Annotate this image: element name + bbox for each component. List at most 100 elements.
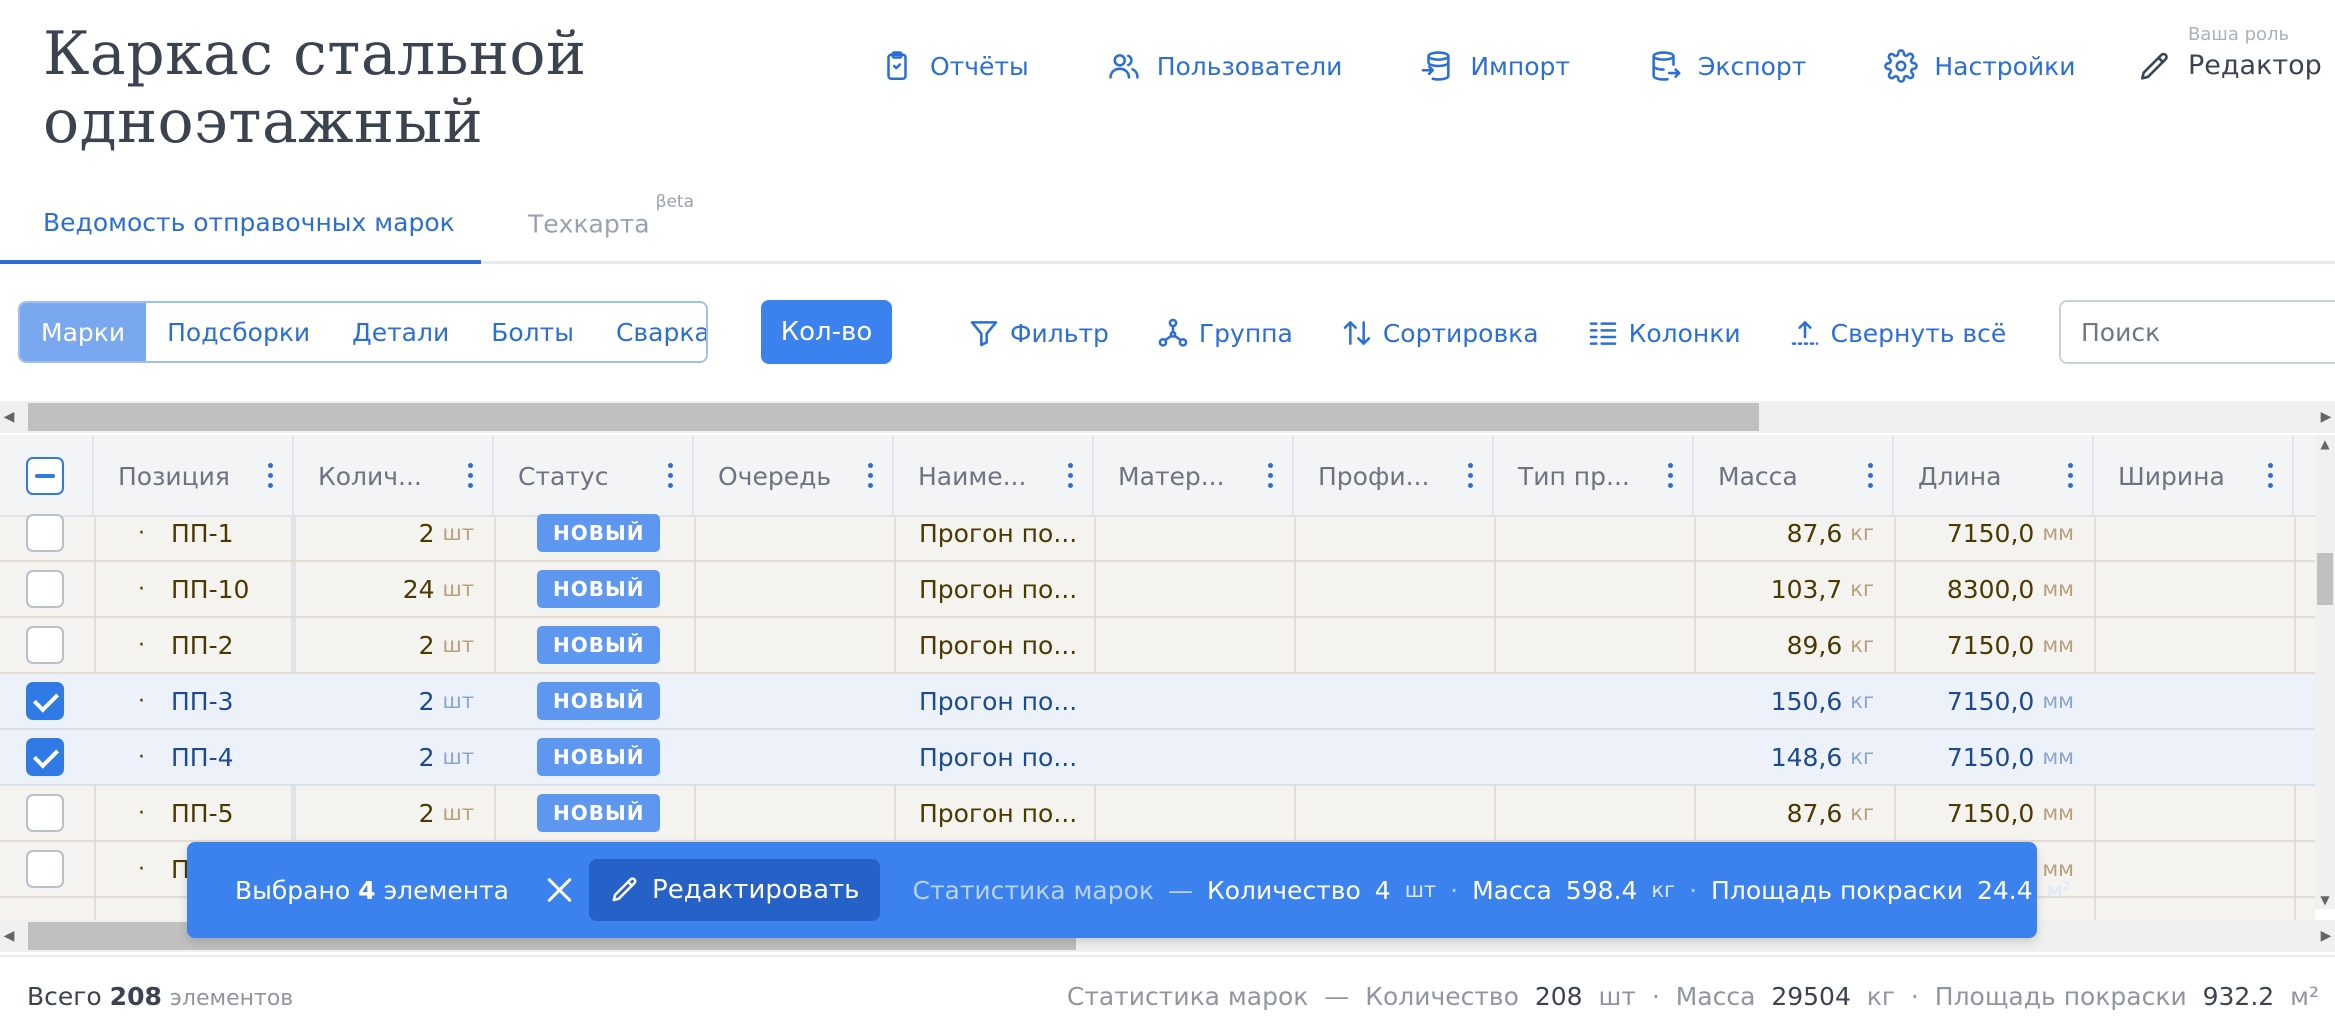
column-menu-icon[interactable] bbox=[268, 463, 274, 489]
stats-qty-unit: шт bbox=[1404, 878, 1437, 902]
nav-export[interactable]: Экспорт bbox=[1648, 49, 1806, 83]
vertical-scroll-thumb[interactable] bbox=[2317, 553, 2333, 605]
row-checkbox[interactable] bbox=[26, 738, 64, 776]
status-badge: НОВЫЙ bbox=[537, 682, 661, 720]
column-header-name[interactable]: Наиме... bbox=[894, 435, 1094, 517]
sort-button[interactable]: Сортировка bbox=[1341, 317, 1539, 349]
column-menu-icon[interactable] bbox=[868, 463, 874, 489]
tree-bullet: · bbox=[138, 800, 145, 826]
nav-reports-label: Отчёты bbox=[930, 51, 1029, 81]
segment-marks[interactable]: Марки bbox=[20, 303, 147, 361]
column-menu-icon[interactable] bbox=[1468, 463, 1474, 489]
column-menu-icon[interactable] bbox=[1268, 463, 1274, 489]
column-header-width[interactable]: Ширина bbox=[2094, 435, 2294, 517]
database-export-icon bbox=[1652, 51, 1681, 81]
vertical-scrollbar[interactable]: ▲ ▼ bbox=[2315, 435, 2335, 909]
column-header-mass[interactable]: Масса bbox=[1694, 435, 1894, 517]
users-icon bbox=[1108, 54, 1139, 79]
column-header-length[interactable]: Длина bbox=[1894, 435, 2094, 517]
table-row[interactable]: · ПП-2 2 шт НОВЫЙ Прогон по... 89,6 кг 7150,0 мм bbox=[0, 618, 2315, 674]
nav-import[interactable]: Импорт bbox=[1420, 49, 1570, 83]
segment-subassemblies[interactable]: Подсборки bbox=[146, 303, 331, 361]
footer-stats-label: Статистика марок bbox=[1066, 982, 1309, 1011]
total-count: Всего 208 элементов bbox=[27, 982, 293, 1011]
column-header-queue[interactable]: Очередь bbox=[694, 435, 894, 517]
length-unit: мм bbox=[2042, 801, 2074, 825]
scroll-right-arrow[interactable]: ▶ bbox=[2317, 920, 2335, 952]
scroll-right-arrow[interactable]: ▶ bbox=[2317, 401, 2335, 433]
row-checkbox[interactable] bbox=[26, 626, 64, 664]
nav-reports[interactable]: Отчёты bbox=[880, 49, 1029, 83]
scroll-down-arrow[interactable]: ▼ bbox=[2315, 891, 2335, 909]
tree-bullet: · bbox=[138, 632, 145, 658]
status-badge: НОВЫЙ bbox=[537, 570, 661, 608]
stats-area-label: Площадь покраски bbox=[1711, 875, 1963, 905]
length-value: 7150,0 bbox=[1946, 518, 2035, 548]
column-header-position[interactable]: Позиция bbox=[94, 435, 294, 517]
column-menu-icon[interactable] bbox=[668, 463, 674, 489]
mass-unit: кг bbox=[1850, 577, 1874, 601]
column-menu-icon[interactable] bbox=[1668, 463, 1674, 489]
length-unit: мм bbox=[2042, 745, 2074, 769]
column-menu-icon[interactable] bbox=[1868, 463, 1874, 489]
scroll-thumb[interactable] bbox=[28, 403, 1759, 431]
table-row[interactable]: · ПП-10 24 шт НОВЫЙ Прогон по... 103,7 кг 8300,0… bbox=[0, 562, 2315, 618]
nav-users[interactable]: Пользователи bbox=[1107, 49, 1342, 83]
columns-button[interactable]: Колонки bbox=[1587, 317, 1741, 349]
column-menu-icon[interactable] bbox=[1068, 463, 1074, 489]
tab-marks-statement[interactable]: Ведомость отправочных марок bbox=[43, 208, 455, 237]
table-row[interactable]: · ПП-3 2 шт НОВЫЙ Прогон по... 150,6 кг 7150,0 мм bbox=[0, 674, 2315, 730]
column-header-label: Ширина bbox=[2118, 461, 2225, 491]
length-cell: 7150,0 мм bbox=[1894, 786, 2074, 840]
table-row[interactable]: · ПП-1 2 шт НОВЫЙ Прогон по... 87,6 кг 7150,0 мм bbox=[0, 506, 2315, 562]
column-header-status[interactable]: Статус bbox=[494, 435, 694, 517]
scroll-left-arrow[interactable]: ◀ bbox=[0, 401, 18, 433]
search-input[interactable] bbox=[2059, 300, 2335, 364]
segment-parts[interactable]: Детали bbox=[331, 303, 470, 361]
nav-settings[interactable]: Настройки bbox=[1884, 49, 2076, 83]
top-horizontal-scrollbar[interactable]: ◀ ▶ bbox=[0, 401, 2335, 433]
segment-welding[interactable]: Сварка bbox=[595, 303, 706, 361]
stats-mass-value: 598.4 bbox=[1565, 875, 1638, 905]
column-header-label: Профи... bbox=[1318, 461, 1430, 491]
length-value: 8300,0 bbox=[1946, 574, 2035, 604]
status-cell: НОВЫЙ bbox=[537, 506, 661, 560]
table-row[interactable]: · ПП-5 2 шт НОВЫЙ Прогон по... 87,6 кг 7150,0 мм bbox=[0, 786, 2315, 842]
row-checkbox[interactable] bbox=[26, 514, 64, 552]
row-checkbox[interactable] bbox=[26, 850, 64, 888]
group-button[interactable]: Группа bbox=[1157, 317, 1293, 349]
edit-button[interactable]: Редактировать bbox=[589, 859, 881, 921]
collapse-all-button[interactable]: Свернуть всё bbox=[1789, 317, 2006, 349]
row-checkbox[interactable] bbox=[26, 794, 64, 832]
scroll-up-arrow[interactable]: ▲ bbox=[2315, 435, 2335, 453]
name-value: Прогон по... bbox=[919, 686, 1078, 716]
row-checkbox[interactable] bbox=[26, 570, 64, 608]
filter-button[interactable]: Фильтр bbox=[968, 317, 1109, 349]
row-select bbox=[26, 730, 64, 784]
position-cell: · ПП-3 bbox=[138, 674, 234, 728]
scroll-left-arrow[interactable]: ◀ bbox=[0, 920, 18, 952]
tree-bullet: · bbox=[138, 688, 145, 714]
segment-bolts[interactable]: Болты bbox=[470, 303, 595, 361]
column-header-label: Тип пр... bbox=[1518, 461, 1630, 491]
tab-techcard[interactable]: Техкартаβeta bbox=[528, 192, 694, 238]
status-badge: НОВЫЙ bbox=[537, 626, 661, 664]
row-select bbox=[26, 842, 64, 896]
select-all-checkbox[interactable] bbox=[26, 457, 64, 495]
group-label: Группа bbox=[1198, 318, 1293, 348]
column-header-quantity[interactable]: Колич... bbox=[294, 435, 494, 517]
column-menu-icon[interactable] bbox=[468, 463, 474, 489]
quantity-button[interactable]: Кол-во bbox=[761, 300, 892, 364]
length-cell: 7150,0 мм bbox=[1894, 506, 2074, 560]
column-menu-icon[interactable] bbox=[2068, 463, 2074, 489]
row-checkbox[interactable] bbox=[26, 682, 64, 720]
column-menu-icon[interactable] bbox=[2268, 463, 2274, 489]
column-header-material[interactable]: Матер... bbox=[1094, 435, 1294, 517]
nav-settings-label: Настройки bbox=[1934, 51, 2076, 81]
table-row[interactable]: · ПП-4 2 шт НОВЫЙ Прогон по... 148,6 кг 7150,0 мм bbox=[0, 730, 2315, 786]
mass-unit: кг bbox=[1850, 689, 1874, 713]
collapse-icon bbox=[1791, 321, 1818, 345]
column-header-type[interactable]: Тип пр... bbox=[1494, 435, 1694, 517]
column-header-profile[interactable]: Профи... bbox=[1294, 435, 1494, 517]
length-unit: мм bbox=[2042, 689, 2074, 713]
